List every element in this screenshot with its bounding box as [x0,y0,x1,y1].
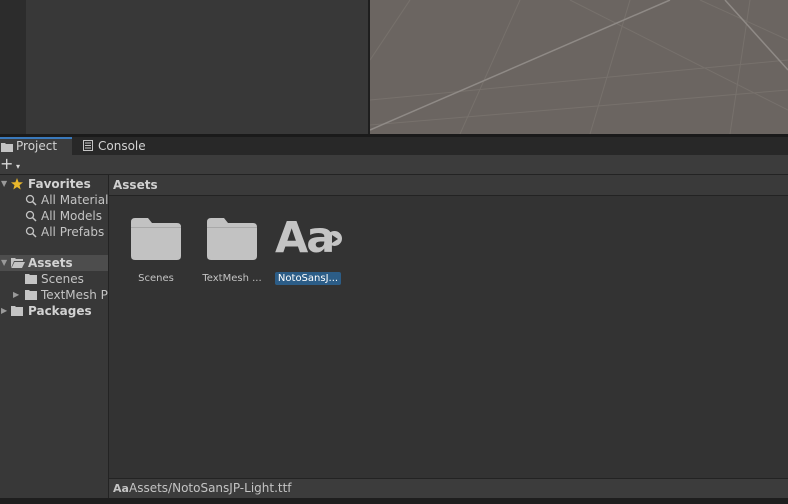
play-icon[interactable] [327,231,342,246]
tab-console[interactable]: Console [80,137,160,155]
chevron-down-icon[interactable]: ▼ [1,176,7,192]
asset-label: Scenes [138,273,174,284]
tree-item-favorites[interactable]: ▼ Favorites [0,176,108,192]
plus-icon: + [0,154,14,173]
folder-icon [207,218,257,260]
scene-grid [370,0,788,134]
font-icon: Aa [113,482,129,495]
asset-item-notosansjp-light[interactable]: Aa NotoSansJ... [273,215,343,295]
tab-bar: Project Console [0,137,788,155]
tree-item-label: Favorites [28,177,91,191]
selected-asset-path: Assets/NotoSansJP-Light.ttf [129,481,292,495]
tree-item-label: All Materials [41,193,108,207]
tab-label: Project [16,139,58,153]
font-icon: Aa [275,213,335,263]
tree-item-label: TextMesh P [41,288,108,302]
star-icon [11,178,23,190]
tab-project[interactable]: Project [0,137,72,155]
tree-item-all-materials[interactable]: All Materials [0,192,108,208]
tree-item-all-prefabs[interactable]: All Prefabs [0,224,108,240]
folder-icon [11,306,23,316]
tab-label: Console [98,139,146,153]
folder-icon [25,274,37,284]
assets-grid[interactable]: Assets Scenes TextMesh ... Aa NotoSansJ.… [109,175,788,478]
folder-icon [1,143,13,152]
search-icon [25,226,37,238]
breadcrumb-assets[interactable]: Assets [113,178,158,192]
folder-open-icon [11,258,25,268]
tree-item-label: Scenes [41,272,84,286]
tree-item-label: Assets [28,256,73,270]
chevron-down-icon[interactable]: ▼ [1,255,7,271]
window-bottom-edge [0,498,788,504]
folder-icon [25,290,37,300]
tree-item-label: All Models [41,209,102,223]
status-bar: Aa Assets/NotoSansJP-Light.ttf [109,478,788,498]
tree-item-label: All Prefabs [41,225,105,239]
folder-icon [131,218,181,260]
create-button[interactable]: + ▾ [0,156,28,173]
tree-item-packages[interactable]: ▶ Packages [0,303,108,319]
tree-item-scenes[interactable]: Scenes [0,271,108,287]
chevron-down-icon: ▾ [16,162,21,171]
tree-item-textmesh-pro[interactable]: ▶ TextMesh P [0,287,108,303]
tree-item-assets[interactable]: ▼ Assets [0,255,108,271]
breadcrumb: Assets [109,175,788,196]
project-tree[interactable]: ▼ Favorites All Materials All Models All… [0,175,108,504]
tree-item-label: Packages [28,304,92,318]
chevron-right-icon[interactable]: ▶ [1,303,7,319]
hierarchy-panel[interactable] [26,0,368,134]
hierarchy-gutter [0,0,26,134]
search-icon [25,210,37,222]
scene-view[interactable] [370,0,788,134]
tree-item-all-models[interactable]: All Models [0,208,108,224]
asset-label: TextMesh ... [202,273,262,284]
asset-item-scenes[interactable]: Scenes [121,215,191,295]
search-icon [25,194,37,206]
project-toolbar: + ▾ [0,155,788,175]
console-icon [83,140,93,151]
asset-label: NotoSansJ... [273,272,343,285]
asset-item-textmesh-pro[interactable]: TextMesh ... [197,215,267,295]
chevron-right-icon[interactable]: ▶ [13,287,19,303]
